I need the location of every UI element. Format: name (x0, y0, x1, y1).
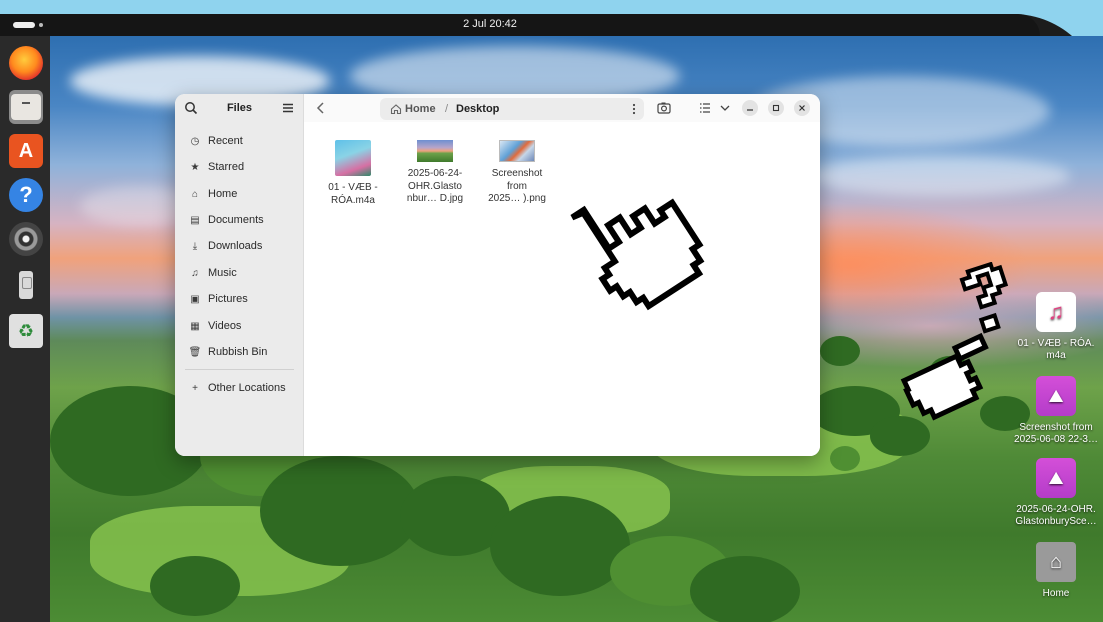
clock[interactable]: 2 Jul 20:42 (0, 18, 980, 30)
file-item-jpg[interactable]: 2025-06-24- OHR.Glasto nbur… D.jpg (394, 140, 476, 206)
app-center-icon[interactable]: A (9, 134, 43, 168)
hamburger-menu-icon[interactable] (280, 100, 296, 116)
sidebar-item-label: Recent (208, 135, 243, 147)
sidebar-item-label: Music (208, 267, 237, 279)
sidebar-item-label: Documents (208, 214, 264, 226)
hand-pointer-cursor-icon (570, 198, 705, 311)
video-icon: ▦ (190, 320, 200, 332)
breadcrumb-home[interactable]: Home (405, 103, 436, 115)
image-file-icon: ⛰ (1036, 376, 1076, 416)
top-bar: 2 Jul 20:42 (0, 14, 1040, 36)
sidebar-item-starred[interactable]: ★ Starred (183, 156, 296, 178)
path-bar[interactable]: Home / Desktop (380, 98, 644, 120)
back-arrow-icon[interactable] (314, 100, 328, 116)
download-icon: ⤓ (192, 240, 198, 252)
trash-icon[interactable]: ♻ (9, 314, 43, 348)
camera-icon[interactable] (656, 100, 672, 116)
files-icon[interactable] (9, 90, 43, 124)
desktop-icon-label: GlastonburySce… (1015, 516, 1097, 527)
home-folder-icon: ⌂ (1036, 542, 1076, 582)
desktop-icon-label: m4a (1046, 350, 1066, 361)
list-view-icon[interactable] (697, 100, 713, 116)
close-icon[interactable] (794, 100, 810, 116)
sidebar-item-label: Videos (208, 320, 242, 332)
kebab-menu-icon[interactable] (632, 102, 636, 116)
music-icon: ♫ (191, 267, 199, 279)
sidebar-item-home[interactable]: ⌂ Home (183, 183, 296, 205)
file-name-line: RÓA.m4a (331, 194, 375, 206)
file-name-line: Screenshot (491, 168, 543, 179)
minimize-icon[interactable] (742, 100, 758, 116)
sidebar-item-music[interactable]: ♫ Music (183, 262, 296, 284)
trash-icon: 🗑 (188, 346, 202, 358)
maximize-icon[interactable] (768, 100, 784, 116)
audio-thumbnail-icon (335, 140, 371, 176)
star-icon: ★ (190, 161, 200, 173)
sidebar-item-label: Home (208, 188, 238, 200)
desktop-icon-label: Screenshot from (1019, 422, 1093, 433)
music-file-icon: ♫ (1036, 292, 1076, 332)
desktop-icon-label: 01 - VÆB - RÓA. (1017, 338, 1095, 349)
home-icon (390, 103, 402, 115)
sidebar-item-label: Other Locations (208, 382, 286, 394)
document-icon: ▤ (190, 214, 200, 226)
desktop-icon-home[interactable]: ⌂ Home (1010, 542, 1102, 600)
file-name-line: nbur… D.jpg (406, 193, 464, 204)
sidebar-item-downloads[interactable]: ⤓ Downloads (183, 235, 296, 257)
file-name-line: OHR.Glasto (408, 180, 462, 192)
sidebar-item-label: Starred (208, 161, 245, 173)
desktop-icon-screenshot[interactable]: ⛰ Screenshot from 2025-06-08 22-3… (1010, 376, 1102, 446)
plus-icon: + (192, 382, 198, 394)
desktop-icon-label: 2025-06-08 22-3… (1014, 434, 1098, 445)
sidebar-header: Files (175, 94, 304, 122)
file-item-music[interactable]: 01 - VÆB - RÓA.m4a (312, 140, 394, 207)
sidebar: Files ◷ Recent ★ Starred ⌂ Home ▤ Docume… (175, 94, 304, 456)
sidebar-item-label: Downloads (208, 240, 263, 252)
file-item-png[interactable]: Screenshot from 2025… ).png (476, 140, 558, 206)
screenshot-thumbnail-icon (499, 140, 535, 162)
pictures-icon: ▣ (190, 293, 200, 305)
breadcrumb-separator: / (445, 103, 449, 115)
sidebar-item-label: Pictures (208, 293, 248, 305)
help-icon[interactable]: ? (9, 178, 43, 212)
file-name-line: 2025-06-24- (407, 168, 463, 179)
dock: A ? ♻ (0, 36, 50, 622)
sidebar-item-pictures[interactable]: ▣ Pictures (183, 288, 296, 310)
sidebar-item-other-locations[interactable]: + Other Locations (183, 377, 296, 399)
sidebar-item-documents[interactable]: ▤ Documents (183, 209, 296, 231)
breadcrumb-current[interactable]: Desktop (456, 103, 499, 115)
clock-icon: ◷ (190, 135, 200, 147)
firefox-icon[interactable] (9, 46, 43, 80)
rhythmbox-icon[interactable] (9, 222, 43, 256)
file-name-line: from (507, 180, 527, 192)
sidebar-divider (185, 369, 294, 370)
image-thumbnail-icon (417, 140, 453, 162)
small-hand-cursor-icon (900, 332, 989, 421)
sidebar-item-rubbish-bin[interactable]: 🗑 Rubbish Bin (183, 341, 296, 363)
usb-drive-icon[interactable] (9, 268, 43, 302)
sidebar-item-recent[interactable]: ◷ Recent (183, 130, 296, 152)
desktop-icon-label: 2025-06-24-OHR. (1016, 504, 1096, 515)
question-mark-icon (959, 262, 1009, 334)
desktop-icon-label: Home (1042, 588, 1070, 599)
image-file-icon: ⛰ (1036, 458, 1076, 498)
home-icon: ⌂ (191, 188, 199, 200)
header-bar: Home / Desktop (304, 94, 820, 122)
files-window: Files ◷ Recent ★ Starred ⌂ Home ▤ Docume… (175, 94, 820, 456)
sidebar-item-label: Rubbish Bin (208, 346, 268, 358)
file-name-line: 01 - VÆB - (328, 182, 378, 193)
sidebar-item-videos[interactable]: ▦ Videos (183, 315, 296, 337)
desktop-icon-photo[interactable]: ⛰ 2025-06-24-OHR. GlastonburySce… (1010, 458, 1102, 528)
chevron-down-icon[interactable] (717, 100, 733, 116)
file-name-line: 2025… ).png (488, 193, 546, 204)
